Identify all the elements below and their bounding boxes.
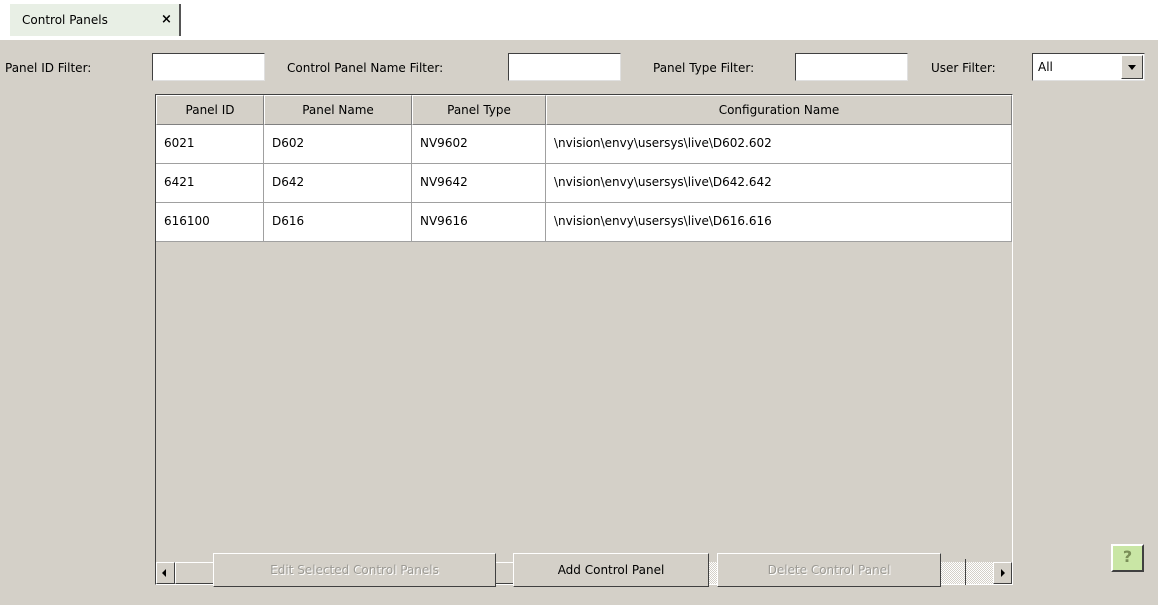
- user-filter-value: All: [1038, 60, 1053, 74]
- cell-panel-type: NV9642: [412, 164, 546, 203]
- panel-name-filter-label: Control Panel Name Filter:: [287, 61, 444, 75]
- cell-panel-id: 6421: [156, 164, 264, 203]
- help-icon[interactable]: ?: [1111, 544, 1144, 572]
- cell-panel-type: NV9602: [412, 125, 546, 164]
- panel-type-filter-input[interactable]: [795, 53, 908, 81]
- cell-panel-name: D642: [264, 164, 412, 203]
- cell-configuration-name: \nvision\envy\usersys\live\D602.602: [546, 125, 1012, 164]
- edit-selected-control-panels-button[interactable]: Edit Selected Control Panels: [213, 553, 496, 587]
- cell-panel-id: 6021: [156, 125, 264, 164]
- tab-strip: Control Panels ×: [0, 0, 1158, 40]
- user-filter-label: User Filter:: [931, 61, 996, 75]
- column-header-panel-id[interactable]: Panel ID: [156, 95, 264, 125]
- panel-type-filter-label: Panel Type Filter:: [653, 61, 755, 75]
- table-header: Panel ID Panel Name Panel Type Configura…: [156, 95, 1012, 125]
- scroll-left-icon[interactable]: [156, 562, 175, 584]
- cell-configuration-name: \nvision\envy\usersys\live\D616.616: [546, 203, 1012, 242]
- table-row[interactable]: 6421 D642 NV9642 \nvision\envy\usersys\l…: [156, 164, 1012, 203]
- tab-control-panels[interactable]: Control Panels ×: [10, 4, 181, 36]
- close-icon[interactable]: ×: [161, 12, 172, 27]
- control-panels-table: Panel ID Panel Name Panel Type Configura…: [155, 94, 1013, 585]
- cell-panel-name: D602: [264, 125, 412, 164]
- panel-id-filter-input[interactable]: [152, 53, 265, 81]
- separator: [965, 559, 966, 585]
- cell-panel-type: NV9616: [412, 203, 546, 242]
- column-header-panel-type[interactable]: Panel Type: [412, 95, 546, 125]
- table-row[interactable]: 6021 D602 NV9602 \nvision\envy\usersys\l…: [156, 125, 1012, 164]
- table-row[interactable]: 616100 D616 NV9616 \nvision\envy\usersys…: [156, 203, 1012, 242]
- dropdown-arrow-icon[interactable]: [1121, 55, 1143, 79]
- cell-panel-name: D616: [264, 203, 412, 242]
- add-control-panel-button[interactable]: Add Control Panel: [513, 553, 709, 587]
- cell-configuration-name: \nvision\envy\usersys\live\D642.642: [546, 164, 1012, 203]
- tab-label: Control Panels: [22, 13, 108, 27]
- user-filter-select[interactable]: All: [1032, 53, 1145, 81]
- delete-control-panel-button[interactable]: Delete Control Panel: [717, 553, 941, 587]
- panel-id-filter-label: Panel ID Filter:: [5, 61, 92, 75]
- column-header-configuration-name[interactable]: Configuration Name: [546, 95, 1012, 125]
- cell-panel-id: 616100: [156, 203, 264, 242]
- control-panels-view: Panel ID Filter: Control Panel Name Filt…: [0, 40, 1158, 605]
- scroll-right-icon[interactable]: [993, 562, 1012, 584]
- panel-name-filter-input[interactable]: [508, 53, 621, 81]
- column-header-panel-name[interactable]: Panel Name: [264, 95, 412, 125]
